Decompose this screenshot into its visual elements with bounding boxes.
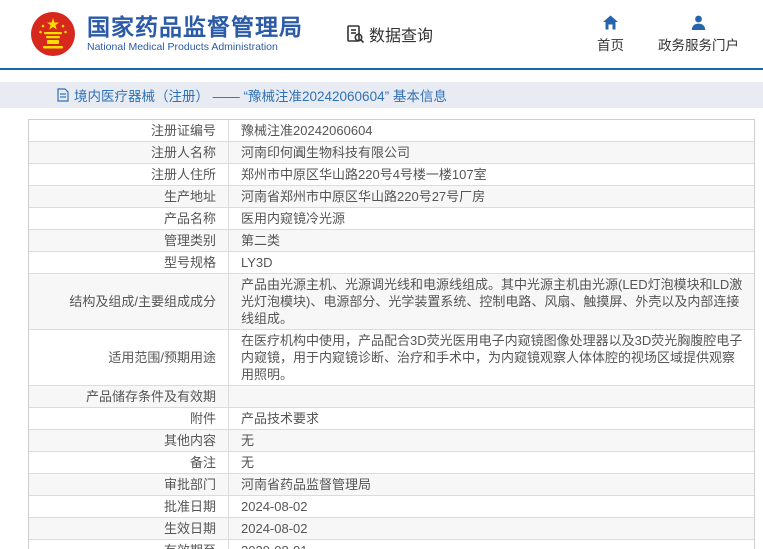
- row-value: 产品由光源主机、光源调光线和电源线组成。其中光源主机由光源(LED灯泡模块和LD…: [241, 277, 743, 326]
- row-label: 产品名称: [29, 208, 229, 229]
- table-row: 产品名称 医用内窥镜冷光源: [29, 208, 754, 230]
- table-row: 审批部门 河南省药品监督管理局: [29, 474, 754, 496]
- table-row: 产品储存条件及有效期: [29, 386, 754, 408]
- table-row: 管理类别 第二类: [29, 230, 754, 252]
- nav-item-home[interactable]: 首页: [597, 14, 624, 54]
- registration-info-table: 注册证编号 豫械注准20242060604 注册人名称 河南印何阗生物科技有限公司 注册…: [28, 119, 755, 549]
- table-row: 注册人住所 郑州市中原区华山路220号4号楼一楼107室: [29, 164, 754, 186]
- national-emblem-icon: [31, 12, 75, 56]
- nav-home-label: 首页: [597, 38, 624, 53]
- table-row: 注册证编号 豫械注准20242060604: [29, 120, 754, 142]
- row-value: 河南省药品监督管理局: [241, 477, 372, 492]
- breadcrumb-text: 境内医疗器械（注册） —— “豫械注准20242060604” 基本信息: [74, 89, 447, 104]
- row-label: 批准日期: [29, 496, 229, 517]
- header-nav: 首页 政务服务门户: [597, 14, 739, 54]
- site-header: 国家药品监督管理局 National Medical Products Admi…: [0, 0, 763, 70]
- row-value: LY3D: [241, 255, 273, 270]
- agency-name-cn: 国家药品监督管理局: [87, 14, 303, 40]
- row-label: 注册证编号: [29, 120, 229, 141]
- row-label: 结构及组成/主要组成成分: [29, 274, 229, 329]
- user-icon: [691, 15, 706, 30]
- table-row: 型号规格 LY3D: [29, 252, 754, 274]
- row-value: 郑州市中原区华山路220号4号楼一楼107室: [241, 167, 487, 182]
- row-label: 型号规格: [29, 252, 229, 273]
- agency-titles: 国家药品监督管理局 National Medical Products Admi…: [87, 14, 303, 54]
- row-value: 河南印何阗生物科技有限公司: [241, 145, 411, 160]
- row-value: 无: [241, 455, 255, 470]
- row-value: 产品技术要求: [241, 411, 320, 426]
- row-value: 第二类: [241, 233, 281, 248]
- row-label: 审批部门: [29, 474, 229, 495]
- data-query-button[interactable]: 数据查询: [345, 22, 433, 46]
- row-label: 生产地址: [29, 186, 229, 207]
- agency-name-en: National Medical Products Administration: [87, 41, 278, 53]
- row-value: 河南省郑州市中原区华山路220号27号厂房: [241, 189, 486, 204]
- document-search-icon: [347, 25, 365, 44]
- row-value: 2024-08-02: [241, 499, 308, 514]
- row-value: 无: [241, 433, 255, 448]
- table-row: 有效期至2029-08-01: [29, 540, 754, 549]
- table-row: 结构及组成/主要组成成分 产品由光源主机、光源调光线和电源线组成。其中光源主机由光…: [29, 274, 754, 330]
- row-label: 管理类别: [29, 230, 229, 251]
- row-label: 生效日期: [29, 518, 229, 539]
- table-row: 生产地址 河南省郑州市中原区华山路220号27号厂房: [29, 186, 754, 208]
- table-row: 批准日期 2024-08-02: [29, 496, 754, 518]
- agency-logo-group[interactable]: 国家药品监督管理局 National Medical Products Admi…: [30, 11, 303, 57]
- row-value: 2024-08-02: [241, 521, 308, 536]
- table-row: 注册人名称 河南印何阗生物科技有限公司: [29, 142, 754, 164]
- table-row: 其他内容无: [29, 430, 754, 452]
- row-label: 有效期至: [29, 540, 229, 549]
- nav-item-service-portal[interactable]: 政务服务门户: [658, 14, 739, 54]
- row-label: 备注: [29, 452, 229, 473]
- table-row: 适用范围/预期用途 在医疗机构中使用，产品配合3D荧光医用电子内窥镜图像处理器以及…: [29, 330, 754, 386]
- document-icon: [57, 88, 69, 102]
- data-query-label: 数据查询: [369, 28, 434, 45]
- breadcrumb: 境内医疗器械（注册） —— “豫械注准20242060604” 基本信息: [0, 82, 763, 108]
- row-label: 注册人住所: [29, 164, 229, 185]
- row-value: [229, 386, 754, 407]
- home-icon: [603, 15, 618, 30]
- nav-portal-label: 政务服务门户: [658, 38, 739, 53]
- row-label: 产品储存条件及有效期: [29, 386, 229, 407]
- row-label: 适用范围/预期用途: [29, 330, 229, 385]
- table-row: 生效日期 2024-08-02: [29, 518, 754, 540]
- row-value: 豫械注准20242060604: [241, 123, 373, 138]
- table-row: 备注无: [29, 452, 754, 474]
- row-value: 医用内窥镜冷光源: [241, 211, 346, 226]
- table-row: 附件 产品技术要求: [29, 408, 754, 430]
- row-value: 在医疗机构中使用，产品配合3D荧光医用电子内窥镜图像处理器以及3D荧光胸腹腔电子…: [241, 333, 743, 382]
- row-value: 2029-08-01: [229, 540, 754, 549]
- row-label: 附件: [29, 408, 229, 429]
- row-label: 其他内容: [29, 430, 229, 451]
- row-label: 注册人名称: [29, 142, 229, 163]
